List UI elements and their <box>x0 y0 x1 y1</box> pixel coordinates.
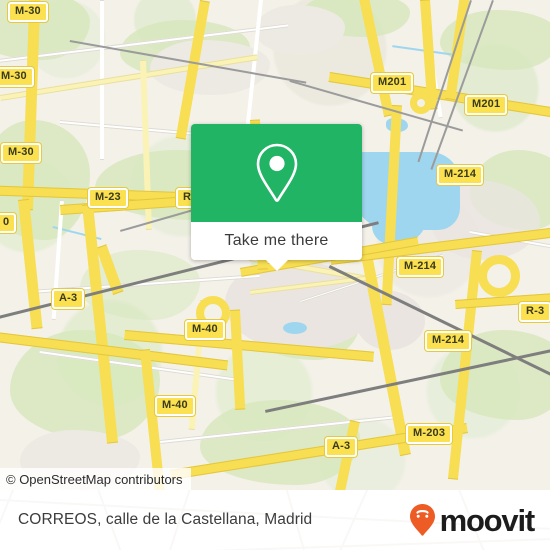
map-road-shield: M-30 <box>8 2 48 22</box>
osm-attribution-text: © OpenStreetMap contributors <box>6 471 183 487</box>
location-pin-icon <box>256 143 297 202</box>
map-interchange-loop <box>410 92 432 114</box>
map-interchange-loop <box>478 255 520 297</box>
map-road-shield: R-3 <box>519 302 550 322</box>
take-me-there-button[interactable]: Take me there <box>191 222 362 260</box>
map-road-shield: M-30 <box>0 67 34 87</box>
map-road-shield: A-3 <box>52 289 85 309</box>
map-road-shield: M-40 <box>155 396 195 416</box>
moovit-brand-logo[interactable]: moovit <box>409 502 536 538</box>
map-road-shield: M-40 <box>185 320 225 340</box>
moovit-wordmark: moovit <box>439 502 536 538</box>
map-road-shield: M201 <box>371 73 414 93</box>
osm-attribution: © OpenStreetMap contributors <box>0 468 191 490</box>
moovit-smiley-pin-icon <box>409 504 435 536</box>
map-road-shield: A-3 <box>325 437 358 457</box>
map-road-shield: M-203 <box>406 424 453 444</box>
popup-card-header <box>191 124 362 222</box>
map-road-shield: M-214 <box>437 165 484 185</box>
footer-bar: CORREOS, calle de la Castellana, Madrid … <box>0 490 550 550</box>
take-me-there-label: Take me there <box>224 232 329 249</box>
location-popup-card[interactable]: Take me there <box>191 124 362 271</box>
map-water-body <box>283 322 307 334</box>
place-title: CORREOS, calle de la Castellana, Madrid <box>18 511 313 528</box>
map-road-shield: M-214 <box>425 331 472 351</box>
map-canvas[interactable]: M-30 M-30 M-30 M-23 M201 M201 M-214 R- A-3 M-40 M-… <box>0 0 550 490</box>
map-road-shield: M-23 <box>88 188 128 208</box>
popup-card-pointer <box>265 260 288 271</box>
map-road-shield: M201 <box>465 95 508 115</box>
map-road-shield: 0 <box>0 213 17 233</box>
map-screenshot: M-30 M-30 M-30 M-23 M201 M201 M-214 R- A-3 M-40 M-… <box>0 0 550 550</box>
map-road-shield: M-214 <box>397 257 444 277</box>
map-road-shield: M-30 <box>1 143 41 163</box>
